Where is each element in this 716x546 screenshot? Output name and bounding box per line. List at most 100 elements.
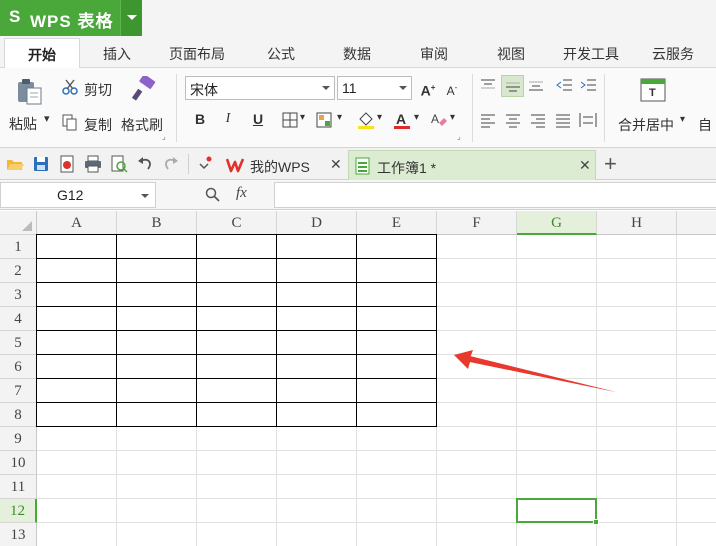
grid-cell[interactable] [357, 283, 437, 307]
grid-cell[interactable] [37, 307, 117, 331]
column-header-e[interactable]: E [357, 211, 437, 235]
grid-cell[interactable] [197, 307, 277, 331]
grid-cell[interactable] [677, 499, 716, 523]
grid-cell[interactable] [517, 475, 597, 499]
grid-cell[interactable] [37, 283, 117, 307]
save-icon[interactable] [32, 155, 50, 173]
print-preview-icon[interactable] [110, 155, 128, 173]
grid-cell[interactable] [37, 259, 117, 283]
grid-cell[interactable] [517, 259, 597, 283]
font-size-select[interactable]: 11 [337, 76, 412, 100]
auto-wrap-button[interactable]: 自 [698, 115, 712, 135]
grid-cell[interactable] [357, 331, 437, 355]
close-icon[interactable]: ✕ [579, 157, 591, 174]
tab-developer[interactable]: 开发工具 [563, 44, 619, 68]
grid-cell[interactable] [37, 427, 117, 451]
grid-cell[interactable] [197, 451, 277, 475]
grid-cell[interactable] [437, 307, 517, 331]
clipboard-launcher-icon[interactable]: ⌟ [162, 132, 166, 141]
paste-icon[interactable] [15, 78, 45, 106]
grid-cell[interactable] [357, 403, 437, 427]
row-header-5[interactable]: 5 [0, 331, 37, 355]
grid-cell[interactable] [197, 523, 277, 546]
align-middle-button[interactable] [501, 75, 524, 97]
grid-cell[interactable] [357, 259, 437, 283]
tab-insert[interactable]: 插入 [103, 44, 131, 68]
grid-cell[interactable] [197, 283, 277, 307]
row-header-10[interactable]: 10 [0, 451, 37, 475]
column-header-g[interactable]: G [517, 211, 597, 235]
grid-cell[interactable] [597, 451, 677, 475]
column-header-a[interactable]: A [37, 211, 117, 235]
grid-cell[interactable] [277, 427, 357, 451]
grid-cell[interactable] [437, 259, 517, 283]
grid-cell[interactable] [37, 451, 117, 475]
row-header-11[interactable]: 11 [0, 475, 37, 499]
grid-cell[interactable] [277, 499, 357, 523]
merge-center-icon[interactable]: T [640, 78, 666, 102]
grid-cell[interactable] [597, 379, 677, 403]
grid-cell[interactable] [277, 283, 357, 307]
row-header-13[interactable]: 13 [0, 523, 37, 546]
grid-cell[interactable] [357, 475, 437, 499]
increase-indent-icon[interactable] [580, 77, 598, 93]
grid-cell[interactable] [277, 379, 357, 403]
grid-cell[interactable] [197, 355, 277, 379]
fill-color-dropdown[interactable]: ▾ [377, 112, 382, 123]
grid-cell[interactable] [517, 283, 597, 307]
grid-cell[interactable] [517, 523, 597, 546]
grid-cell[interactable] [117, 307, 197, 331]
grid-cell[interactable] [277, 355, 357, 379]
copy-button[interactable]: 复制 [84, 115, 112, 135]
grid-cell[interactable] [597, 235, 677, 259]
grid-cell[interactable] [117, 259, 197, 283]
font-color-dropdown[interactable]: ▾ [414, 112, 419, 123]
selected-cell[interactable] [516, 498, 599, 525]
grid-cell[interactable] [437, 427, 517, 451]
grid-cell[interactable] [37, 475, 117, 499]
grid-cell[interactable] [277, 403, 357, 427]
column-header-c[interactable]: C [197, 211, 277, 235]
grid-cell[interactable] [277, 307, 357, 331]
select-all-corner[interactable] [0, 211, 37, 235]
grid-cell[interactable] [357, 379, 437, 403]
grid-cell[interactable] [277, 451, 357, 475]
grid-cell[interactable] [197, 403, 277, 427]
font-launcher-icon[interactable]: ⌟ [457, 132, 461, 141]
name-box[interactable]: G12 [0, 182, 156, 208]
grid-cell[interactable] [197, 259, 277, 283]
undo-icon[interactable] [136, 155, 154, 173]
formula-input[interactable] [274, 182, 716, 208]
grid-cell[interactable] [437, 379, 517, 403]
align-top-icon[interactable] [479, 77, 497, 93]
customize-toolbar-icon[interactable] [196, 155, 214, 173]
row-header-12[interactable]: 12 [0, 499, 37, 523]
grid-cell[interactable] [117, 235, 197, 259]
grid-cell[interactable] [37, 403, 117, 427]
grid-cell[interactable] [277, 475, 357, 499]
format-painter-button[interactable]: 格式刷 [121, 115, 163, 135]
bold-button[interactable]: B [189, 108, 211, 130]
grid-cell[interactable] [597, 475, 677, 499]
italic-button[interactable]: I [217, 108, 239, 130]
grid-cell[interactable] [117, 355, 197, 379]
grid-cell[interactable] [677, 259, 716, 283]
grid-cell[interactable] [37, 355, 117, 379]
justify-icon[interactable] [554, 112, 572, 128]
grid-cell[interactable] [517, 355, 597, 379]
grid-cell[interactable] [677, 523, 716, 546]
grid-cell[interactable] [197, 475, 277, 499]
grid-cell[interactable] [437, 523, 517, 546]
doc-tab-my-wps[interactable]: 我的WPS ✕ [220, 150, 346, 180]
decrease-indent-icon[interactable] [556, 77, 574, 93]
column-header-d[interactable]: D [277, 211, 357, 235]
grid-cell[interactable] [677, 427, 716, 451]
eraser-icon[interactable]: A [430, 111, 448, 129]
grid-cell[interactable] [597, 523, 677, 546]
column-header-h[interactable]: H [597, 211, 677, 235]
column-header-f[interactable]: F [437, 211, 517, 235]
row-header-9[interactable]: 9 [0, 427, 37, 451]
grid-cell[interactable] [517, 307, 597, 331]
paste-dropdown[interactable]: ▾ [44, 112, 50, 125]
grid-cell[interactable] [677, 307, 716, 331]
